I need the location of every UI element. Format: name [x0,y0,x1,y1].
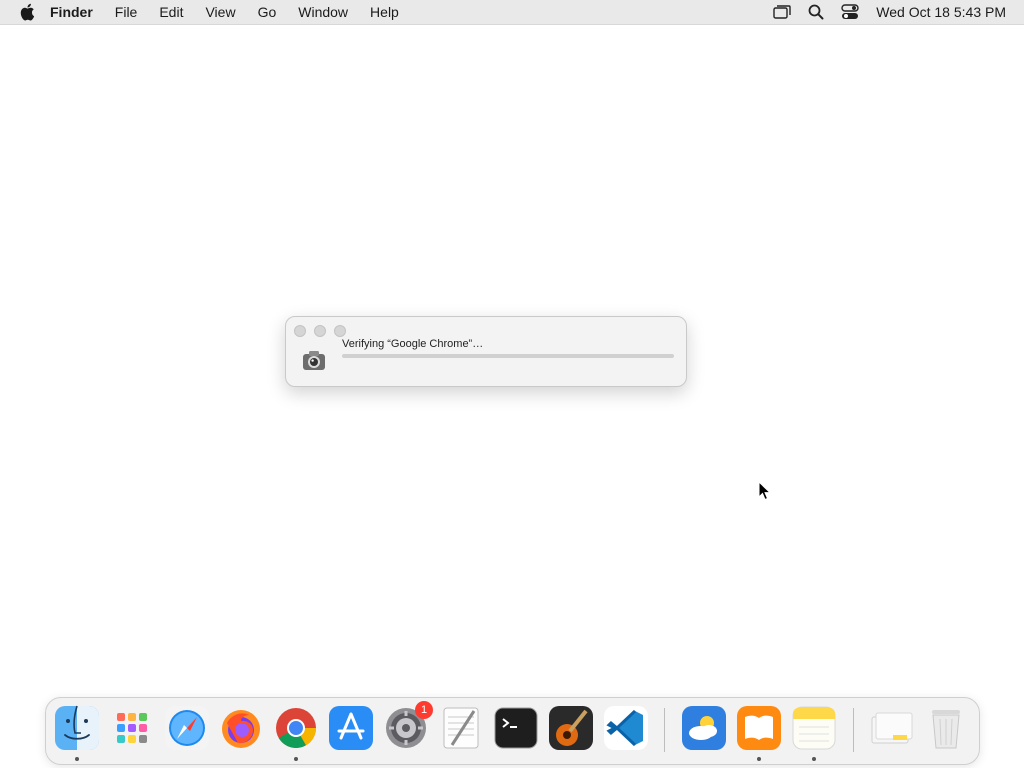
zoom-button[interactable] [334,325,346,337]
close-button[interactable] [294,325,306,337]
dock-weather-icon[interactable] [681,705,727,751]
menu-bar: Finder File Edit View Go Window Help Wed… [0,0,1024,25]
spotlight-search-icon[interactable] [806,2,826,22]
dock: 1 [45,697,980,765]
window-controls [294,325,354,337]
menu-help[interactable]: Help [370,0,399,24]
running-indicator [75,757,79,761]
dock-chrome-icon[interactable] [273,705,319,751]
minimize-button[interactable] [314,325,326,337]
control-center-icon[interactable] [840,2,860,22]
menu-edit[interactable]: Edit [159,0,183,24]
dock-garageband-icon[interactable] [548,705,594,751]
running-indicator [757,757,761,761]
verifying-dialog: Verifying “Google Chrome”… [285,316,687,387]
menu-file[interactable]: File [115,0,138,24]
security-camera-icon [300,346,328,374]
dock-downloads-stack-icon[interactable] [869,705,915,751]
dock-vscode-icon[interactable] [603,705,649,751]
dock-finder-icon[interactable] [54,705,100,751]
menu-window[interactable]: Window [298,0,348,24]
dock-system-settings-icon[interactable]: 1 [383,701,433,751]
dock-separator [664,708,665,752]
apple-menu-icon[interactable] [18,3,36,21]
menu-bar-status: Wed Oct 18 5:43 PM [758,0,1006,24]
running-indicator [294,757,298,761]
mouse-cursor-icon [758,480,772,501]
dock-safari-icon[interactable] [164,705,210,751]
notification-badge: 1 [415,701,433,719]
menu-go[interactable]: Go [258,0,277,24]
dock-notes-icon[interactable] [791,705,837,751]
dock-firefox-icon[interactable] [218,705,264,751]
menu-view[interactable]: View [205,0,235,24]
dock-trash-icon[interactable] [923,705,969,751]
dialog-message: Verifying “Google Chrome”… [342,338,484,350]
verification-progress-bar [342,354,674,358]
running-indicator [812,757,816,761]
menu-bar-clock[interactable]: Wed Oct 18 5:43 PM [876,4,1006,20]
dock-launchpad-icon[interactable] [109,705,155,751]
dock-textedit-icon[interactable] [438,705,484,751]
dock-books-icon[interactable] [736,705,782,751]
screen-mirroring-icon[interactable] [772,2,792,22]
menu-app-name[interactable]: Finder [50,0,93,24]
dock-terminal-icon[interactable] [493,705,539,751]
dock-app-store-icon[interactable] [328,705,374,751]
dock-separator [853,708,854,752]
